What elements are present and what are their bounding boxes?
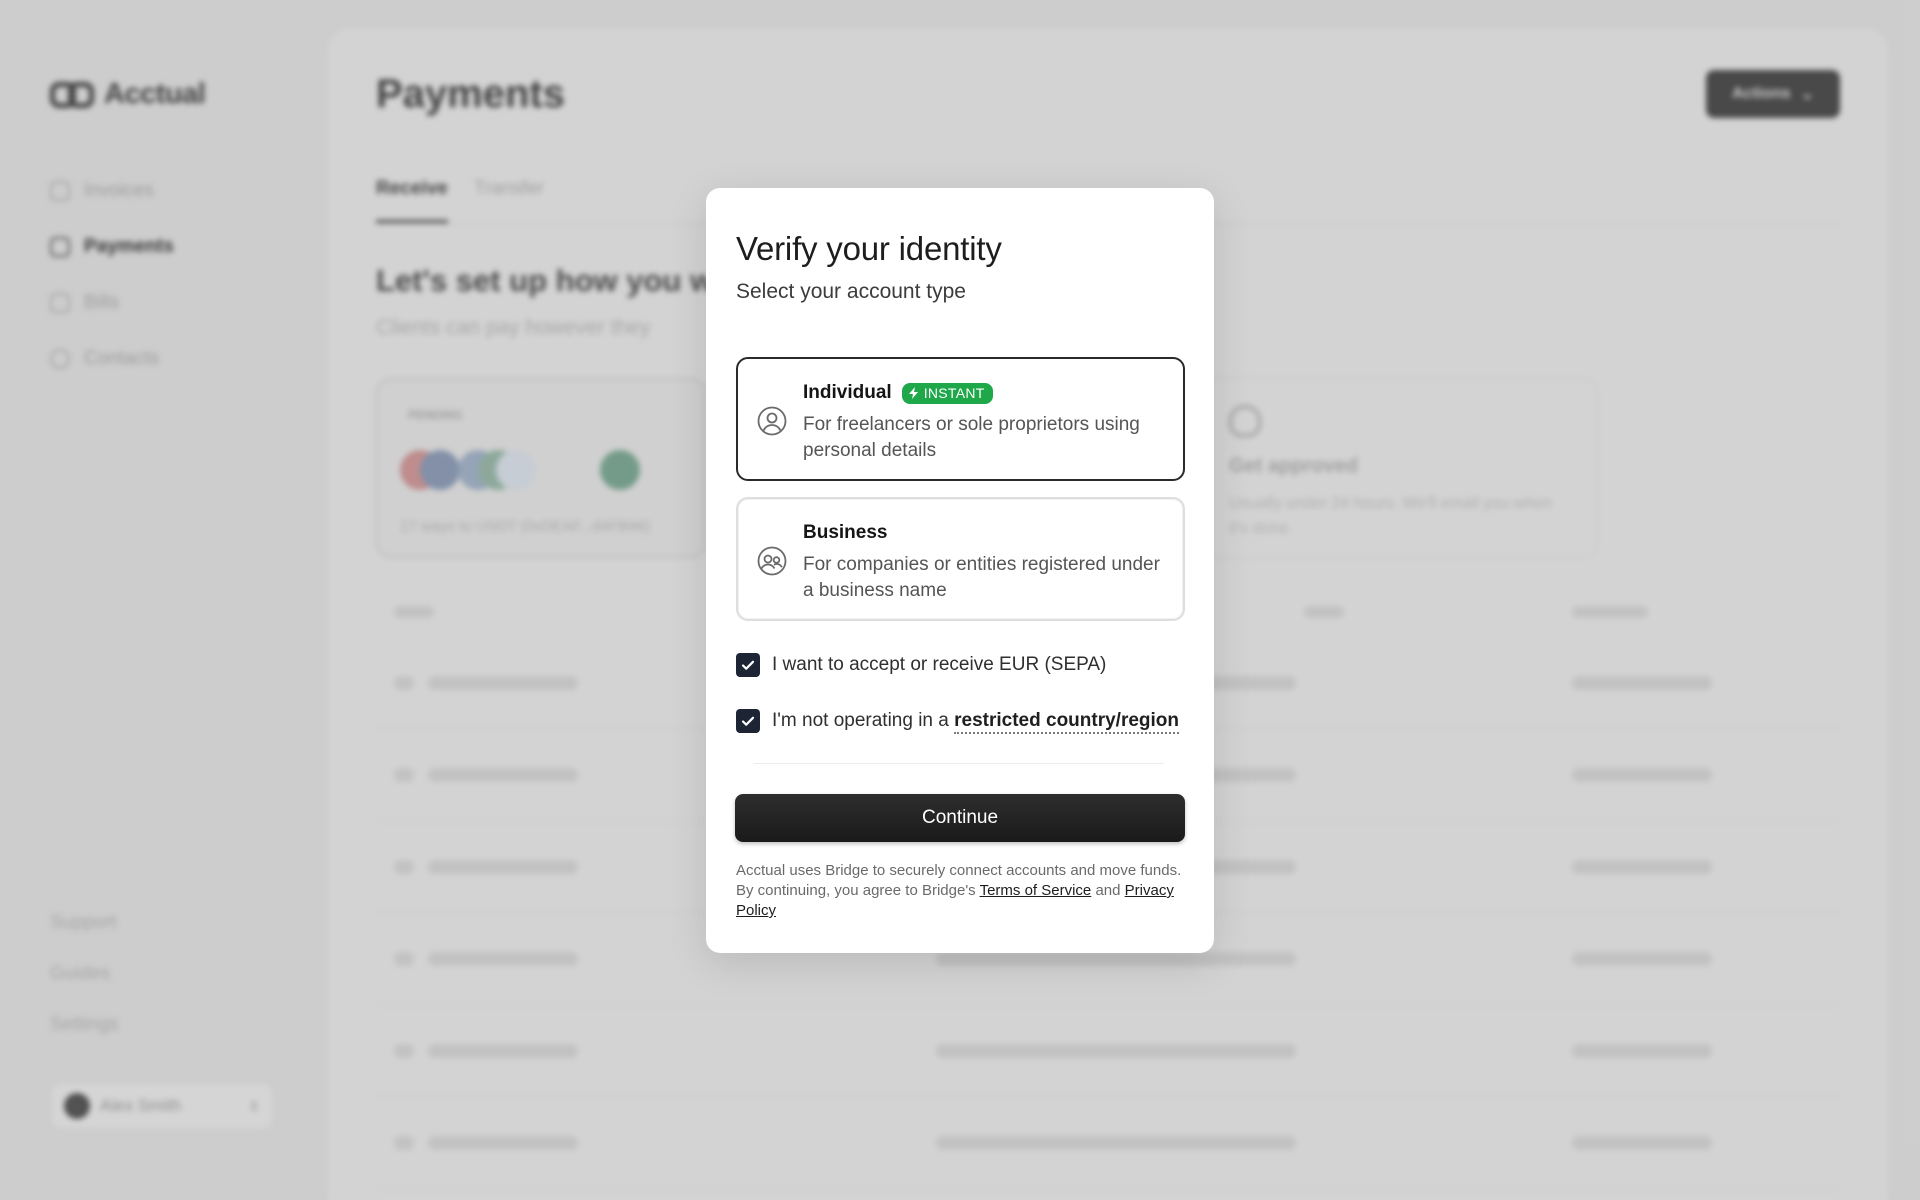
option-description: For companies or entities registered und… xyxy=(803,554,1160,601)
checkmark-icon xyxy=(741,716,755,726)
user-circle-icon xyxy=(757,406,787,436)
eur-sepa-checkbox-row[interactable]: I want to accept or receive EUR (SEPA) xyxy=(736,653,1106,677)
option-title: Business xyxy=(803,522,888,543)
modal-title: Verify your identity xyxy=(736,230,1002,267)
checkmark-icon xyxy=(741,660,755,670)
restricted-region-label: I'm not operating in a restricted countr… xyxy=(772,710,1180,734)
legal-and: and xyxy=(1091,882,1125,899)
option-description: For freelancers or sole proprietors usin… xyxy=(803,414,1140,461)
restricted-region-checkbox-row[interactable]: I'm not operating in a restricted countr… xyxy=(736,709,1180,734)
instant-badge: INSTANT xyxy=(901,382,993,404)
eur-sepa-label: I want to accept or receive EUR (SEPA) xyxy=(772,654,1107,675)
restricted-region-link[interactable]: restricted country/region xyxy=(954,710,1180,734)
account-type-individual[interactable]: Individual INSTANT For freelancers or so… xyxy=(736,357,1185,481)
users-circle-icon xyxy=(757,546,787,576)
badge-label: INSTANT xyxy=(923,385,985,401)
eur-sepa-checkbox[interactable] xyxy=(736,653,760,677)
restricted-region-prefix: I'm not operating in a xyxy=(772,710,955,731)
legal-text: Acctual uses Bridge to securely connect … xyxy=(736,861,1186,921)
verify-identity-modal: Verify your identity Select your account… xyxy=(706,188,1214,953)
option-title-row: Individual INSTANT xyxy=(803,382,993,404)
option-title-row: Business xyxy=(803,522,887,544)
terms-of-service-link[interactable]: Terms of Service xyxy=(980,882,1092,899)
continue-button[interactable]: Continue xyxy=(735,794,1185,842)
account-type-business[interactable]: Business For companies or entities regis… xyxy=(736,497,1185,621)
lightning-icon xyxy=(908,387,918,399)
option-title: Individual xyxy=(803,382,892,403)
restricted-region-checkbox[interactable] xyxy=(736,709,760,733)
divider xyxy=(754,763,1164,764)
modal-subtitle: Select your account type xyxy=(736,280,966,303)
